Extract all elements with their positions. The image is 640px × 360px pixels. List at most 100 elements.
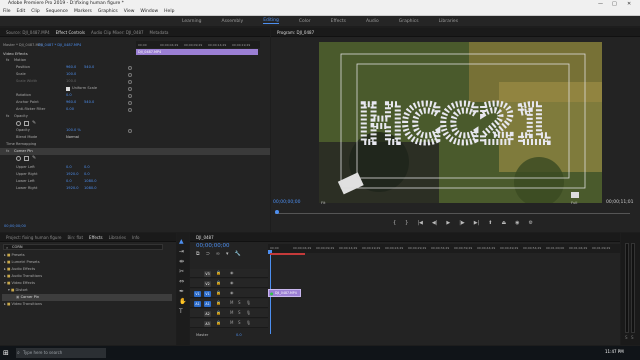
workspace-graphics[interactable]: Graphics [399,19,419,24]
upper-left-row[interactable]: Upper Left 0.0 0.0 [0,164,270,171]
eye-icon[interactable]: ◉ [230,270,234,275]
upper-right-row[interactable]: Upper Right 1920.0 0.0 [0,171,270,178]
program-video-frame[interactable]: HCC21 [319,42,602,203]
solo-icon[interactable]: S [631,335,634,340]
keyframe-icon[interactable] [128,93,132,98]
selection-tool-icon[interactable]: ▲ [179,238,184,245]
track-select-icon[interactable]: ⇥ [179,248,184,255]
snap-icon[interactable]: ⊃ [206,251,210,257]
track-header[interactable]: A1 A1 🔒 M S 🎙 [190,299,268,308]
add-marker-icon[interactable]: ▾ [226,251,229,257]
menu-window[interactable]: Window [140,9,158,14]
pen-mask-icon[interactable]: ✎ [32,120,36,127]
pen-mask-icon[interactable]: ✎ [32,155,36,162]
upper-right-y[interactable]: 0.0 [84,171,90,178]
tab-audio-clip-mixer[interactable]: Audio Clip Mixer: DJI_0487 [91,30,144,35]
solo-icon[interactable]: S [238,310,241,315]
keyframe-icon[interactable] [128,79,132,84]
lower-left-row[interactable]: Lower Left 0.0 1080.0 [0,178,270,185]
tab-libraries[interactable]: Libraries [109,235,126,240]
blend-mode-row[interactable]: Blend Mode Normal [0,134,270,141]
workspace-color[interactable]: Color [299,19,311,24]
mic-icon[interactable]: 🎙 [246,320,251,325]
lower-left-y[interactable]: 1080.0 [84,178,97,185]
keyframe-icon[interactable] [128,65,132,70]
uniform-scale-row[interactable]: Uniform Scale [0,85,270,92]
lock-icon[interactable]: 🔒 [216,320,221,325]
go-to-out-icon[interactable]: ▶| [474,220,480,226]
tab-project[interactable]: Project: fixing human figure [6,235,61,240]
ec-timecode[interactable]: 00;00;00;00 [4,224,26,228]
menu-clip[interactable]: Clip [31,9,40,14]
upper-left-x[interactable]: 0.0 [66,164,72,171]
list-item[interactable]: ▾ ■ Distort [2,287,172,294]
tab-sequence[interactable]: DJI_0487 [196,235,214,240]
master-clip-label[interactable]: Master * DJI_0487.MP4 [3,43,43,47]
track-header[interactable]: V1 V1 🔒 ◉ [190,289,268,298]
solo-icon[interactable]: S [625,335,628,340]
slip-icon[interactable]: ⇔ [179,278,184,285]
list-item[interactable]: ▣ Corner Pin [2,294,172,301]
source-patch[interactable]: V1 [194,290,201,297]
track-header[interactable]: V3 🔒 ◉ [190,269,268,278]
solo-icon[interactable]: S [238,320,241,325]
workspace-audio[interactable]: Audio [366,19,379,24]
mark-out-icon[interactable]: } [405,220,408,226]
position-x[interactable]: 960.0 [66,64,76,71]
lower-left-x[interactable]: 0.0 [66,178,72,185]
eye-icon[interactable]: ◉ [230,290,234,295]
keyframe-icon[interactable] [128,86,132,91]
rectangle-mask-icon[interactable] [24,156,29,161]
workspace-libraries[interactable]: Libraries [439,19,458,24]
rotation-row[interactable]: Rotation 0.0 [0,92,270,99]
antiflicker-row[interactable]: Anti-flicker Filter 0.00 [0,106,270,113]
mic-icon[interactable]: 🎙 [246,310,251,315]
effects-search-input[interactable]: ⌕ CORN [3,244,163,250]
program-quality-select[interactable]: Full [571,200,578,205]
step-back-icon[interactable]: ◀| [432,220,438,226]
tab-effect-controls[interactable]: Effect Controls [56,30,85,35]
opacity-group-row[interactable]: fx Opacity [0,113,270,120]
anchor-x[interactable]: 960.0 [66,99,76,106]
ripple-edit-icon[interactable]: ⇹ [179,258,184,265]
source-patch[interactable]: A1 [194,300,201,307]
lift-icon[interactable]: ⬆ [488,220,492,226]
hand-tool-icon[interactable]: ✋ [179,298,186,305]
type-tool-icon[interactable]: T [179,308,183,315]
list-item[interactable]: ▸ ■ Audio Effects [2,266,172,273]
motion-row[interactable]: fx Motion [0,57,270,64]
workspace-effects[interactable]: Effects [331,19,346,24]
opacity-value[interactable]: 100.0 % [66,127,81,134]
corner-pin-row[interactable]: fx Corner Pin [0,148,270,155]
ec-clip-bar[interactable]: DJI_0487.MP4 [136,49,258,55]
tab-program[interactable]: Program: DJI_0487 [277,30,314,35]
list-item[interactable]: ▾ ■ Video Effects [2,280,172,287]
pen-tool-icon[interactable]: ✒ [179,288,184,295]
keyframe-icon[interactable] [128,72,132,77]
linked-selection-icon[interactable]: ∞ [216,251,220,257]
track-label[interactable]: A1 [204,300,211,307]
scale-value[interactable]: 100.0 [66,71,76,78]
nest-icon[interactable]: ⧉ [196,251,200,257]
list-item[interactable]: ▸ ■ Presets [2,252,172,259]
mute-icon[interactable]: M [230,320,233,325]
tab-bin[interactable]: Bin: flat [67,235,83,240]
lower-right-y[interactable]: 1080.0 [84,185,97,192]
mute-icon[interactable]: M [230,300,233,305]
list-item[interactable]: ▸ ■ Audio Transitions [2,273,172,280]
track-header[interactable]: V2 🔒 ◉ [190,279,268,288]
rectangle-mask-icon[interactable] [24,121,29,126]
program-timecode[interactable]: 00;00;00;00 [273,200,300,205]
time-remap-row[interactable]: Time Remapping [0,141,270,148]
track-header[interactable]: A3 🔒 M S 🎙 [190,319,268,328]
menu-file[interactable]: File [3,9,11,14]
lock-icon[interactable]: 🔒 [216,310,221,315]
upper-right-x[interactable]: 1920.0 [66,171,79,178]
go-to-in-icon[interactable]: |◀ [417,220,423,226]
minimize-button[interactable]: — [598,0,603,8]
program-fit-select[interactable]: Fit [321,200,325,205]
timeline-ruler[interactable]: 00;00 00;00;04;29 00;00;09;29 00;00;14;29 00… [268,244,620,253]
scale-row[interactable]: Scale 100.0 [0,71,270,78]
workspace-learning[interactable]: Learning [182,19,202,24]
play-icon[interactable]: ▶ [446,220,450,226]
